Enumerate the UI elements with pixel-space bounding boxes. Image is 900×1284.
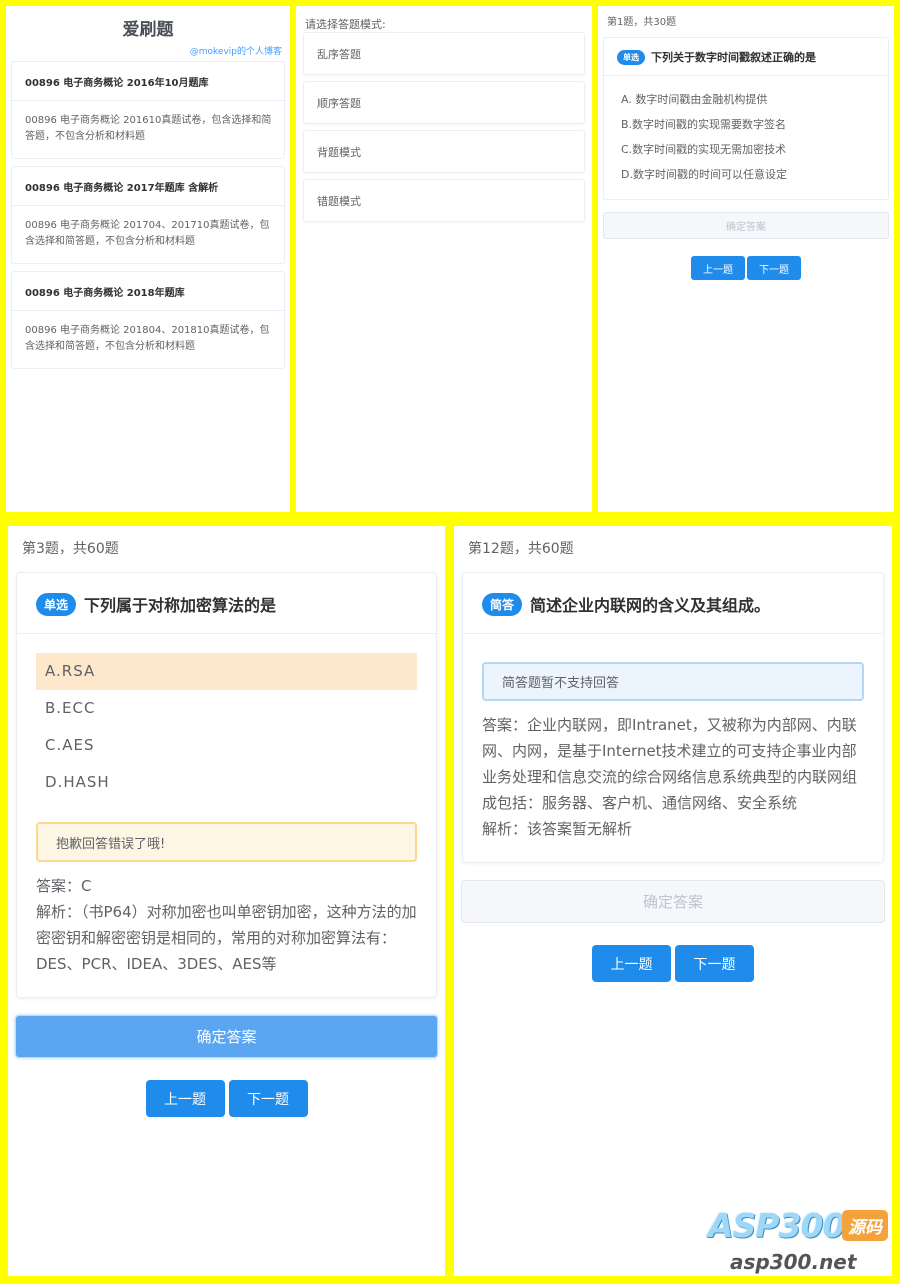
prev-question-button[interactable]: 上一题	[592, 945, 671, 982]
question-type-tag: 单选	[617, 49, 645, 65]
bank-description: 00896 电子商务概论 201704、201710真题试卷，包含选择和简答题，…	[25, 220, 270, 247]
bank-card[interactable]: 00896 电子商务概论 2017年题库 含解析 00896 电子商务概论 20…	[11, 166, 285, 264]
correct-answer: 答案：企业内联网，即Intranet，又被称为内部网、内联网、内网，是基于Int…	[482, 716, 858, 812]
question-counter: 第12题，共60题	[468, 541, 574, 557]
question-text: 下列属于对称加密算法的是	[84, 596, 277, 615]
option-d[interactable]: D.数字时间戳的时间可以任意设定	[621, 162, 878, 187]
option-list: A.RSA B.ECC C.AES D.HASH	[17, 634, 436, 801]
answer-analysis: 解析：该答案暂无解析	[482, 820, 633, 838]
confirm-answer-button[interactable]: 确定答案	[461, 880, 885, 923]
prev-question-button[interactable]: 上一题	[691, 256, 745, 280]
watermark-url: asp300.net	[730, 1250, 857, 1274]
bank-title[interactable]: 00896 电子商务概论 2018年题库	[12, 272, 284, 311]
question-text: 下列关于数字时间戳叙述正确的是	[651, 51, 816, 64]
confirm-answer-button[interactable]: 确定答案	[15, 1015, 438, 1058]
watermark-badge: 源码	[842, 1210, 888, 1241]
question-counter: 第1题，共30题	[607, 17, 677, 28]
question-card: 单选 下列属于对称加密算法的是 A.RSA B.ECC C.AES D.HASH…	[16, 572, 437, 998]
question-nav: 上一题 下一题	[8, 1080, 445, 1117]
question-nav: 上一题 下一题	[454, 945, 892, 982]
prev-question-button[interactable]: 上一题	[145, 1080, 225, 1117]
question-text: 简述企业内联网的含义及其组成。	[530, 596, 771, 615]
question-counter: 第3题，共60题	[22, 541, 119, 557]
answer-analysis: 解析：（书P64）对称加密也叫单密钥加密，这种方法的加密密钥和解密密钥是相同的，…	[36, 903, 417, 973]
question-nav: 上一题 下一题	[598, 256, 894, 280]
correct-answer: 答案：C	[36, 877, 92, 895]
watermark-logo: ASP300 源码 asp300.net	[704, 1206, 900, 1282]
question-screen-wrong-answer: 第3题，共60题 单选 下列属于对称加密算法的是 A.RSA B.ECC C.A…	[8, 526, 445, 1276]
option-c[interactable]: C.数字时间戳的实现无需加密技术	[621, 137, 878, 162]
option-c[interactable]: C.AES	[36, 727, 417, 764]
mode-shuffle[interactable]: 乱序答题	[303, 32, 585, 75]
mode-wrong-questions[interactable]: 错题模式	[303, 179, 585, 222]
blog-link[interactable]: @mokevip的个人博客	[6, 44, 290, 57]
bank-list-screen: 爱刷题 @mokevip的个人博客 00896 电子商务概论 2016年10月题…	[6, 6, 290, 512]
bank-title[interactable]: 00896 电子商务概论 2017年题库 含解析	[12, 167, 284, 206]
app-title: 爱刷题	[122, 20, 174, 40]
bank-description: 00896 电子商务概论 201804、201810真题试卷，包含选择和简答题，…	[25, 325, 270, 352]
next-question-button[interactable]: 下一题	[228, 1080, 308, 1117]
question-card: 单选 下列关于数字时间戳叙述正确的是 A. 数字时间戳由金融机构提供 B.数字时…	[603, 37, 889, 200]
bank-card[interactable]: 00896 电子商务概论 2018年题库 00896 电子商务概论 201804…	[11, 271, 285, 369]
question-card: 简答 简述企业内联网的含义及其组成。 简答题暂不支持回答 答案：企业内联网，即I…	[462, 572, 884, 863]
question-screen-small: 第1题，共30题 单选 下列关于数字时间戳叙述正确的是 A. 数字时间戳由金融机…	[598, 6, 894, 512]
bank-card[interactable]: 00896 电子商务概论 2016年10月题库 00896 电子商务概论 201…	[11, 61, 285, 159]
confirm-answer-button[interactable]: 确定答案	[603, 212, 889, 239]
option-a-selected[interactable]: A.RSA	[36, 653, 417, 690]
mode-sequential[interactable]: 顺序答题	[303, 81, 585, 124]
question-header: 单选 下列属于对称加密算法的是	[17, 573, 436, 634]
mode-memorize[interactable]: 背题模式	[303, 130, 585, 173]
question-header: 单选 下列关于数字时间戳叙述正确的是	[604, 38, 888, 76]
option-b[interactable]: B.ECC	[36, 690, 417, 727]
watermark-brand: ASP300	[708, 1206, 845, 1245]
option-d[interactable]: D.HASH	[36, 764, 417, 801]
option-list: A. 数字时间戳由金融机构提供 B.数字时间戳的实现需要数字签名 C.数字时间戳…	[604, 76, 888, 199]
option-a[interactable]: A. 数字时间戳由金融机构提供	[621, 87, 878, 112]
question-screen-essay: 第12题，共60题 简答 简述企业内联网的含义及其组成。 简答题暂不支持回答 答…	[454, 526, 892, 1276]
mode-prompt: 请选择答题模式:	[305, 18, 386, 31]
mode-select-screen: 请选择答题模式: 乱序答题 顺序答题 背题模式 错题模式	[296, 6, 592, 512]
next-question-button[interactable]: 下一题	[747, 256, 801, 280]
question-type-tag: 简答	[482, 592, 522, 616]
bank-title[interactable]: 00896 电子商务概论 2016年10月题库	[12, 62, 284, 101]
wrong-answer-alert: 抱歉回答错误了哦!	[36, 822, 417, 862]
next-question-button[interactable]: 下一题	[675, 945, 754, 982]
essay-not-supported-notice: 简答题暂不支持回答	[482, 662, 864, 701]
bank-description: 00896 电子商务概论 201610真题试卷，包含选择和简答题，不包含分析和材…	[25, 115, 272, 142]
option-b[interactable]: B.数字时间戳的实现需要数字签名	[621, 112, 878, 137]
question-type-tag: 单选	[36, 592, 76, 616]
question-header: 简答 简述企业内联网的含义及其组成。	[463, 573, 883, 634]
